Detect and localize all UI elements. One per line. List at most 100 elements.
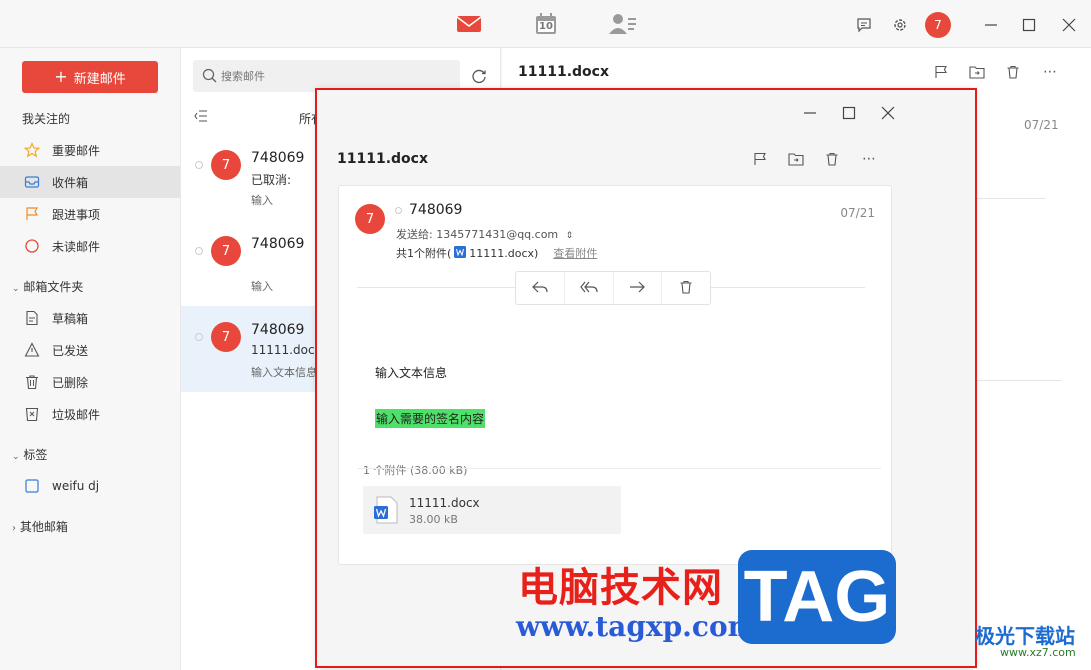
plus-icon: +: [54, 67, 68, 86]
collapse-list-icon[interactable]: [193, 108, 209, 124]
chevron-down-icon: ⌄: [12, 284, 20, 294]
minimize-icon[interactable]: [801, 104, 819, 122]
move-folder-icon[interactable]: [968, 63, 986, 81]
tags-heading[interactable]: ⌄ 标签: [12, 446, 47, 463]
close-icon[interactable]: [1060, 16, 1078, 34]
flag-icon[interactable]: [932, 63, 950, 81]
message-subject: 已取消:: [251, 173, 292, 187]
refresh-icon[interactable]: [470, 67, 488, 85]
message-preview: 输入: [251, 194, 273, 207]
chevron-right-icon: ›: [12, 523, 16, 534]
sidebar-item-deleted[interactable]: 已删除: [0, 366, 180, 398]
forward-button[interactable]: [614, 272, 663, 304]
attachment-heading: 1 个附件 (38.00 kB): [363, 464, 468, 477]
sent-icon: [24, 342, 40, 358]
chat-icon[interactable]: [855, 16, 873, 34]
favorites-heading: 我关注的: [22, 112, 71, 126]
tags-heading-label: 标签: [23, 448, 48, 462]
search-icon: [202, 68, 217, 87]
recipient-label: 发送给: 1345771431@qq.com: [396, 228, 559, 241]
watermark-site-url: www.tagxp.com: [516, 610, 758, 643]
unread-dot: [195, 161, 203, 169]
divider: [357, 468, 881, 469]
reply-all-icon: [579, 279, 598, 298]
sidebar-item-spam[interactable]: 垃圾邮件: [0, 398, 180, 430]
reader-date: 07/21: [1024, 118, 1059, 132]
attachment-name: 11111.docx): [469, 246, 539, 260]
compose-button[interactable]: + 新建邮件: [22, 61, 158, 93]
mail-icon[interactable]: [455, 12, 483, 36]
maximize-icon[interactable]: [1020, 16, 1038, 34]
folders-heading-label: 邮箱文件夹: [23, 280, 84, 294]
watermark-brand: 极光下载站: [975, 624, 1075, 648]
message-from: 748069: [251, 322, 305, 338]
unread-dot: [195, 247, 203, 255]
trash-icon[interactable]: [823, 150, 841, 168]
draft-icon: [24, 310, 40, 326]
gear-icon[interactable]: [891, 16, 909, 34]
sender-name: 748069: [409, 202, 463, 218]
sidebar-item-drafts[interactable]: 草稿箱: [0, 302, 180, 334]
avatar: 7: [211, 322, 241, 352]
sidebar-item-tag[interactable]: weifu dj: [0, 470, 180, 502]
mail-app: 10 7 + 新建邮件 我关注的 重要邮件 收件箱 跟进事项 未读邮件 ⌄ 邮箱…: [0, 0, 1091, 670]
calendar-icon[interactable]: 10: [533, 12, 559, 36]
inbox-icon: [24, 174, 40, 190]
user-avatar[interactable]: 7: [925, 12, 951, 38]
watermark-site-cn: 电脑技术网: [518, 565, 723, 611]
sidebar-item-label: 已删除: [52, 375, 89, 390]
message-from: 748069: [251, 236, 305, 252]
reply-all-button[interactable]: [565, 272, 614, 304]
avatar: 7: [211, 150, 241, 180]
sidebar-item-label: 重要邮件: [52, 143, 101, 158]
message-preview: 输入文本信息: [251, 366, 317, 379]
sidebar-item-sent[interactable]: 已发送: [0, 334, 180, 366]
reader-title: 11111.docx: [518, 64, 609, 80]
divider: [976, 380, 1062, 381]
sidebar-item-unread[interactable]: 未读邮件: [0, 230, 180, 262]
search-box[interactable]: [193, 60, 460, 92]
message-card: 7 748069 07/21 发送给: 1345771431@qq.com ⇕ …: [338, 185, 892, 565]
sidebar-item-label: 已发送: [52, 343, 89, 358]
message-from: 748069: [251, 150, 305, 166]
move-folder-icon[interactable]: [787, 150, 805, 168]
flag-icon[interactable]: [751, 150, 769, 168]
contacts-icon[interactable]: [608, 12, 638, 36]
signature-text-highlighted: 输入需要的签名内容: [375, 409, 486, 428]
recipient-line[interactable]: 发送给: 1345771431@qq.com ⇕: [396, 226, 573, 242]
sidebar-item-inbox[interactable]: 收件箱: [0, 166, 180, 198]
unread-dot: [195, 333, 203, 341]
sidebar-item-followup[interactable]: 跟进事项: [0, 198, 180, 230]
message-date: 07/21: [840, 206, 875, 220]
message-preview: 输入: [251, 280, 273, 293]
attachment-item[interactable]: 11111.docx 38.00 kB: [363, 486, 621, 534]
watermark-brand-url: www.xz7.com: [1000, 646, 1076, 659]
maximize-icon[interactable]: [840, 104, 858, 122]
popup-title: 11111.docx: [337, 151, 428, 167]
sidebar-item-label: 收件箱: [52, 175, 89, 190]
action-bar: [515, 271, 711, 305]
reply-button[interactable]: [516, 272, 565, 304]
folders-heading[interactable]: ⌄ 邮箱文件夹: [12, 278, 83, 295]
minimize-icon[interactable]: [982, 16, 1000, 34]
close-icon[interactable]: [879, 104, 897, 122]
trash-icon: [24, 374, 40, 390]
more-icon[interactable]: ⋯: [1040, 63, 1060, 81]
attachment-summary: 共1个附件( 11111.docx) 查看附件: [396, 245, 597, 261]
sidebar-item-important[interactable]: 重要邮件: [0, 134, 180, 166]
other-mailbox-label: 其他邮箱: [19, 520, 68, 534]
avatar: 7: [211, 236, 241, 266]
sidebar-item-label: 垃圾邮件: [52, 407, 101, 422]
unread-dot: [395, 207, 402, 214]
attachment-file-size: 38.00 kB: [409, 513, 458, 526]
chevron-down-icon: ⌄: [12, 452, 20, 462]
sidebar-item-label: 跟进事项: [52, 207, 101, 222]
trash-icon[interactable]: [1004, 63, 1022, 81]
other-mailbox-heading[interactable]: › 其他邮箱: [12, 518, 68, 535]
more-icon[interactable]: ⋯: [859, 150, 879, 168]
tag-checkbox-icon: [24, 478, 40, 494]
view-attachment-link[interactable]: 查看附件: [553, 245, 597, 261]
delete-button[interactable]: [662, 272, 710, 304]
forward-icon: [629, 279, 646, 298]
search-input[interactable]: [221, 60, 451, 92]
